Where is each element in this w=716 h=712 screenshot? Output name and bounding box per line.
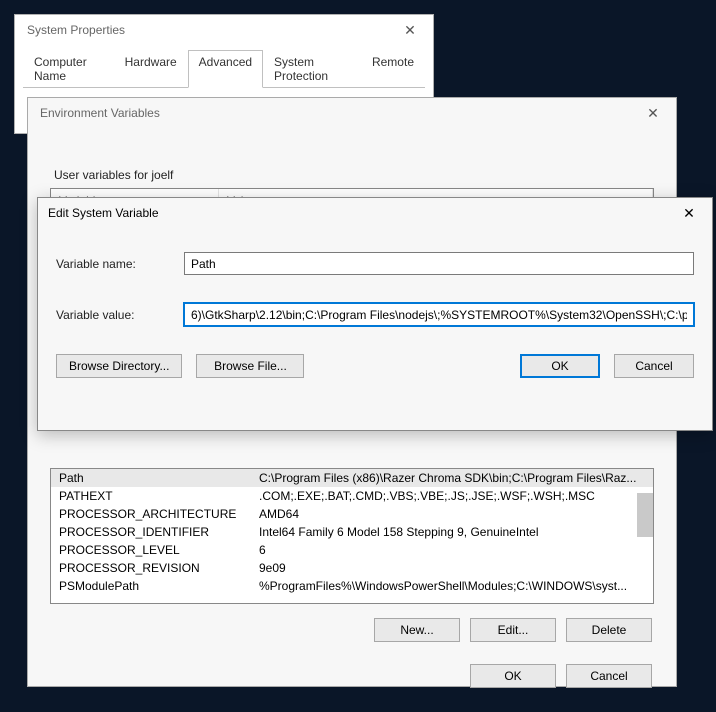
- user-variables-label: User variables for joelf: [54, 168, 658, 182]
- system-variables-list[interactable]: Path C:\Program Files (x86)\Razer Chroma…: [50, 468, 654, 604]
- close-icon[interactable]: ✕: [638, 99, 668, 127]
- system-var-buttons: New... Edit... Delete: [46, 604, 658, 656]
- table-row[interactable]: PSModulePath %ProgramFiles%\WindowsPower…: [51, 577, 653, 595]
- envvar-dialog-buttons: OK Cancel: [46, 656, 658, 702]
- tab-remote[interactable]: Remote: [361, 50, 425, 88]
- sysprop-titlebar: System Properties ✕: [15, 15, 433, 45]
- table-row[interactable]: PROCESSOR_LEVEL 6: [51, 541, 653, 559]
- row-val: 9e09: [251, 559, 653, 577]
- envvar-title: Environment Variables: [40, 106, 160, 120]
- new-button[interactable]: New...: [374, 618, 460, 642]
- row-val: 6: [251, 541, 653, 559]
- scrollbar-thumb[interactable]: [637, 493, 653, 537]
- tab-computer-name[interactable]: Computer Name: [23, 50, 114, 88]
- envvar-titlebar: Environment Variables ✕: [28, 98, 676, 128]
- variable-name-label: Variable name:: [56, 257, 184, 271]
- table-row[interactable]: PATHEXT .COM;.EXE;.BAT;.CMD;.VBS;.VBE;.J…: [51, 487, 653, 505]
- browse-file-button[interactable]: Browse File...: [196, 354, 304, 378]
- row-var: PROCESSOR_IDENTIFIER: [51, 523, 251, 541]
- row-val: .COM;.EXE;.BAT;.CMD;.VBS;.VBE;.JS;.JSE;.…: [251, 487, 653, 505]
- sysprop-tabs: Computer Name Hardware Advanced System P…: [15, 45, 433, 87]
- table-row[interactable]: Path C:\Program Files (x86)\Razer Chroma…: [51, 469, 653, 487]
- row-val: C:\Program Files (x86)\Razer Chroma SDK\…: [251, 469, 653, 487]
- variable-value-label: Variable value:: [56, 308, 184, 322]
- sysprop-title: System Properties: [27, 23, 125, 37]
- row-var: PSModulePath: [51, 577, 251, 595]
- cancel-button[interactable]: Cancel: [614, 354, 694, 378]
- row-var: Path: [51, 469, 251, 487]
- edit-button[interactable]: Edit...: [470, 618, 556, 642]
- row-var: PATHEXT: [51, 487, 251, 505]
- variable-name-input[interactable]: [184, 252, 694, 275]
- editdlg-title: Edit System Variable: [48, 206, 159, 220]
- variable-value-input[interactable]: [184, 303, 694, 326]
- table-row[interactable]: PROCESSOR_ARCHITECTURE AMD64: [51, 505, 653, 523]
- close-icon[interactable]: ✕: [674, 199, 704, 227]
- row-var: PROCESSOR_LEVEL: [51, 541, 251, 559]
- tab-hardware[interactable]: Hardware: [114, 50, 188, 88]
- editdlg-titlebar: Edit System Variable ✕: [38, 198, 712, 228]
- delete-button[interactable]: Delete: [566, 618, 652, 642]
- table-row[interactable]: PROCESSOR_REVISION 9e09: [51, 559, 653, 577]
- row-val: Intel64 Family 6 Model 158 Stepping 9, G…: [251, 523, 653, 541]
- tab-system-protection[interactable]: System Protection: [263, 50, 361, 88]
- ok-button[interactable]: OK: [520, 354, 600, 378]
- edit-system-variable-dialog: Edit System Variable ✕ Variable name: Va…: [37, 197, 713, 431]
- browse-directory-button[interactable]: Browse Directory...: [56, 354, 182, 378]
- row-var: PROCESSOR_REVISION: [51, 559, 251, 577]
- tab-advanced[interactable]: Advanced: [188, 50, 263, 88]
- close-icon[interactable]: ✕: [395, 16, 425, 44]
- row-val: %ProgramFiles%\WindowsPowerShell\Modules…: [251, 577, 653, 595]
- cancel-button[interactable]: Cancel: [566, 664, 652, 688]
- ok-button[interactable]: OK: [470, 664, 556, 688]
- row-val: AMD64: [251, 505, 653, 523]
- table-row[interactable]: PROCESSOR_IDENTIFIER Intel64 Family 6 Mo…: [51, 523, 653, 541]
- row-var: PROCESSOR_ARCHITECTURE: [51, 505, 251, 523]
